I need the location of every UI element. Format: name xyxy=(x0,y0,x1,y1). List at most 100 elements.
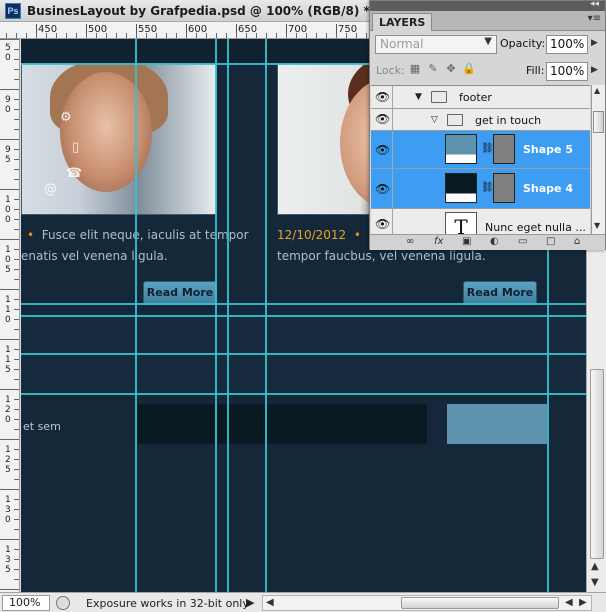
ruler-label: 1 0 5 xyxy=(5,245,11,275)
layer-name: Shape 5 xyxy=(523,143,573,156)
photoshop-window: Ps BusinesLayout by Grafpedia.psd @ 100%… xyxy=(0,0,606,612)
horizontal-guide[interactable] xyxy=(21,315,586,317)
panel-menu-icon[interactable]: ▾≡ xyxy=(588,13,601,24)
status-menu-arrow-icon[interactable]: ▶ xyxy=(246,596,254,609)
ruler-tick xyxy=(336,33,337,38)
new-layer-icon[interactable]: □ xyxy=(546,236,555,247)
vertical-ruler[interactable]: 5 0 9 0 9 5 1 0 0 1 0 5 1 1 0 1 1 5 1 2 … xyxy=(0,39,20,592)
adjustment-layer-icon[interactable]: ◐ xyxy=(490,236,499,247)
ruler-tick xyxy=(14,399,19,400)
opacity-field[interactable]: 100% xyxy=(546,35,588,54)
layer-row-get-in-touch[interactable]: 👁 ▽ get in touch xyxy=(371,109,590,131)
scroll-left-icon[interactable]: ◀ xyxy=(266,597,274,608)
horizontal-guide[interactable] xyxy=(21,353,586,355)
horizontal-scrollbar[interactable]: ◀ ◀ ▶ xyxy=(262,595,592,611)
lock-position-icon[interactable]: ✥ xyxy=(444,62,458,76)
bullet-icon: • xyxy=(27,228,35,242)
opacity-arrow-icon[interactable]: ▶ xyxy=(591,38,598,48)
ruler-tick xyxy=(0,189,19,190)
scroll-up-icon[interactable]: ▲ xyxy=(594,86,600,95)
ruler-tick xyxy=(14,129,19,130)
fill-arrow-icon[interactable]: ▶ xyxy=(591,65,598,75)
layer-row-text[interactable]: 👁 T Nunc eget nulla ... xyxy=(371,209,590,234)
ruler-tick xyxy=(96,33,97,38)
ruler-tick xyxy=(14,249,19,250)
scroll-right-icon[interactable]: ▶ xyxy=(579,597,587,608)
ruler-tick xyxy=(206,33,207,38)
layers-panel: ◂◂ LAYERS ▾≡ Normal ▼ Opacity: 100% ▶ Lo… xyxy=(369,0,606,250)
post-date: 12/10/2012 xyxy=(277,228,347,242)
horizontal-guide[interactable] xyxy=(21,303,586,305)
lock-icon[interactable]: 🔒 xyxy=(462,62,476,76)
ruler-tick xyxy=(14,369,19,370)
horizontal-guide[interactable] xyxy=(21,393,586,395)
status-bar: 100% Exposure works in 32-bit only ▶ ◀ ◀… xyxy=(0,592,606,612)
visibility-toggle[interactable]: 👁 xyxy=(371,109,393,130)
text-layer-thumbnail-icon: T xyxy=(445,212,477,234)
ruler-tick xyxy=(0,39,19,40)
caption-right-line-2: tempor faucbus, vel venena ligula. xyxy=(277,249,486,263)
add-mask-icon[interactable]: ▣ xyxy=(462,236,471,247)
visibility-toggle[interactable]: 👁 xyxy=(371,209,393,234)
blog-photo-left: ⚙ ▯ @ ☎ xyxy=(21,63,217,215)
ruler-tick xyxy=(14,59,19,60)
scrollbar-thumb[interactable] xyxy=(590,369,604,559)
vector-mask-thumbnail xyxy=(493,173,515,203)
layer-row-footer[interactable]: 👁 ▼ footer xyxy=(371,86,590,109)
link-layers-icon[interactable]: ∞ xyxy=(406,236,414,247)
content-band xyxy=(21,315,586,395)
ruler-tick xyxy=(326,33,327,38)
blend-mode-select[interactable]: Normal ▼ xyxy=(375,35,497,54)
layer-name: footer xyxy=(459,91,492,104)
layer-thumbnail xyxy=(445,134,477,164)
ruler-tick xyxy=(126,33,127,38)
scrollbar-thumb[interactable] xyxy=(593,111,604,133)
eye-icon: 👁 xyxy=(375,143,391,157)
ruler-tick xyxy=(14,359,19,360)
visibility-toggle[interactable]: 👁 xyxy=(371,86,393,108)
ruler-tick xyxy=(276,33,277,38)
scroll-down-icon[interactable]: ▼ xyxy=(594,221,600,230)
expand-triangle-icon[interactable]: ▼ xyxy=(415,92,422,102)
scroll-left-icon[interactable]: ◀ xyxy=(565,597,573,608)
ruler-tick xyxy=(14,429,19,430)
info-icon[interactable] xyxy=(56,596,70,610)
ruler-label: 9 5 xyxy=(5,145,11,165)
layer-thumbnail xyxy=(445,173,477,203)
trash-icon[interactable]: ⌂ xyxy=(574,236,580,247)
expand-triangle-icon[interactable]: ▽ xyxy=(431,115,438,125)
fill-field[interactable]: 100% xyxy=(546,62,588,81)
collapse-icon[interactable]: ◂◂ xyxy=(590,0,599,9)
camera-icon: ☎ xyxy=(66,166,83,181)
layers-scrollbar[interactable]: ▲ ▼ xyxy=(591,85,605,234)
zoom-level-field[interactable]: 100% xyxy=(2,595,50,611)
bullet-icon: • xyxy=(353,228,361,242)
new-group-icon[interactable]: ▭ xyxy=(518,236,527,247)
ruler-label: 550 xyxy=(138,24,158,35)
scroll-up-icon[interactable]: ▲ xyxy=(591,561,599,572)
read-more-button-right[interactable]: Read More xyxy=(463,281,537,305)
scrollbar-thumb[interactable] xyxy=(401,597,559,609)
scroll-down-icon[interactable]: ▼ xyxy=(591,577,599,588)
read-more-button-left[interactable]: Read More xyxy=(143,281,217,305)
visibility-toggle[interactable]: 👁 xyxy=(371,131,393,168)
panel-header-strip: ◂◂ xyxy=(370,0,605,11)
visibility-toggle[interactable]: 👁 xyxy=(371,169,393,208)
ruler-tick xyxy=(16,33,17,38)
ruler-tick xyxy=(14,219,19,220)
document-title: BusinesLayout by Grafpedia.psd @ 100% (R… xyxy=(27,4,370,18)
layer-style-icon[interactable]: fx xyxy=(434,236,443,247)
tab-layers[interactable]: LAYERS xyxy=(372,13,433,31)
ruler-label: 700 xyxy=(288,24,308,35)
gear-icon: ⚙ xyxy=(60,110,72,125)
ruler-tick xyxy=(216,33,217,38)
lock-paint-brush-icon[interactable]: ✎ xyxy=(426,62,440,76)
lock-transparency-icon[interactable]: ▦ xyxy=(408,62,422,76)
ruler-label: 5 0 xyxy=(5,43,11,63)
layer-row-shape-4[interactable]: 👁 ⛓ Shape 4 xyxy=(371,169,590,209)
layer-row-shape-5[interactable]: 👁 ⛓ Shape 5 xyxy=(371,131,590,169)
ruler-tick xyxy=(14,299,19,300)
ruler-tick xyxy=(14,49,19,50)
ruler-tick xyxy=(14,569,19,570)
ruler-tick xyxy=(246,33,247,38)
